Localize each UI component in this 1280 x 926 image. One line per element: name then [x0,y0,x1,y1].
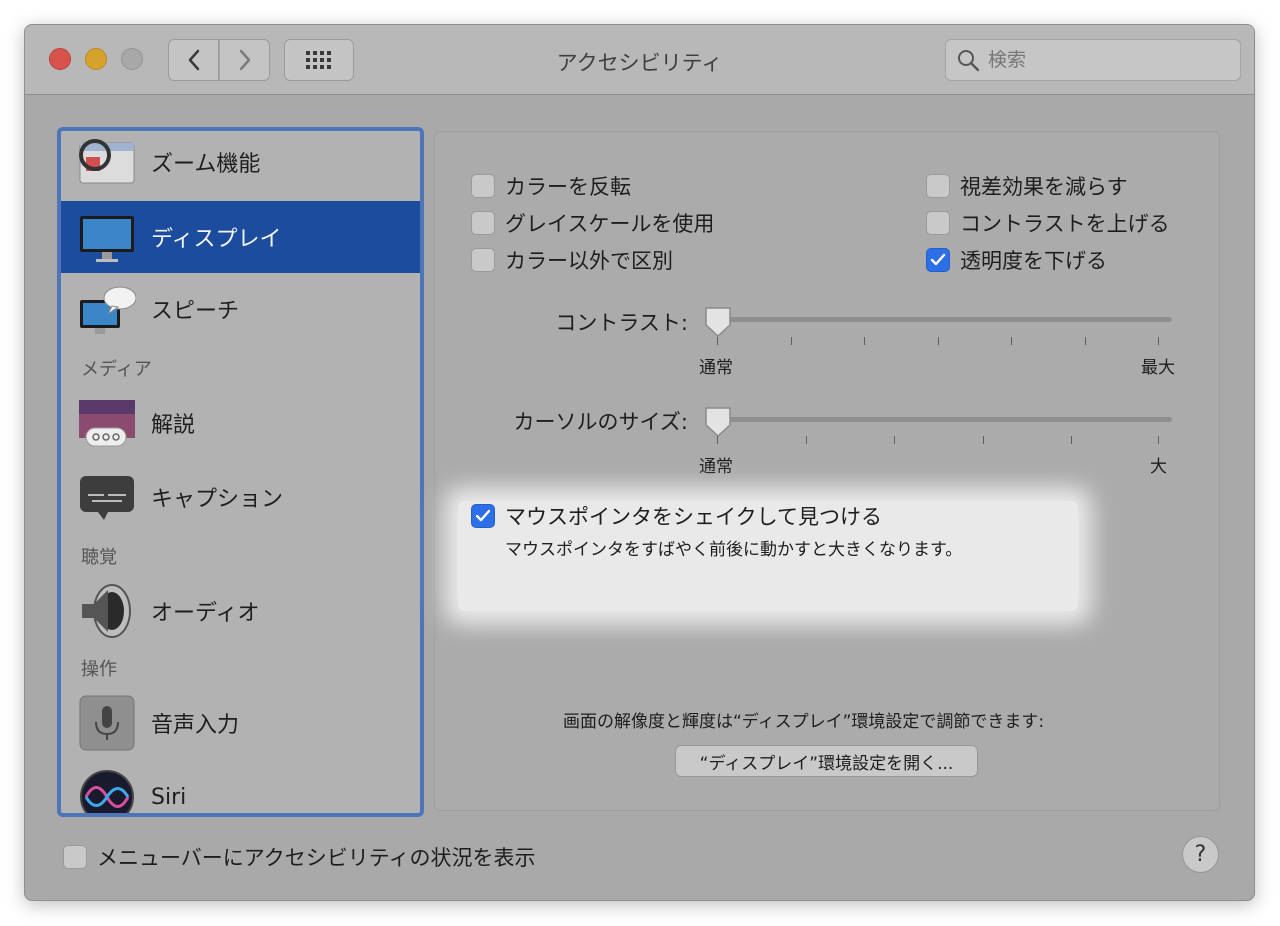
back-button[interactable] [168,39,219,81]
chevron-left-icon [188,49,199,71]
section-header-hearing: 聴覚 [81,547,117,568]
sidebar-item-voice-control[interactable]: 音声入力 [61,687,420,759]
show-all-button[interactable] [284,39,354,81]
reduce-transparency-checkbox[interactable] [926,248,950,272]
sidebar-item-siri[interactable]: Siri [61,761,420,813]
grayscale-checkbox[interactable] [471,211,495,235]
preferences-window: アクセシビリティ ズーム機能 [24,24,1255,901]
shake-to-locate-description: マウスポインタをすばやく前後に動かすと大きくなります。 [505,540,963,560]
siri-icon [80,770,134,813]
cursor-size-tick [1158,436,1159,444]
sidebar-item-label: オーディオ [151,601,260,626]
invert-colors-option[interactable]: カラーを反転 [471,171,631,201]
close-button[interactable] [49,48,71,70]
cursor-size-slider-label: カーソルのサイズ: [513,410,688,434]
differentiate-option[interactable]: カラー以外で区別 [471,245,673,275]
section-header-interaction: 操作 [81,659,117,680]
sidebar-item-display[interactable]: ディスプレイ [61,201,420,273]
contrast-slider-label: コントラスト: [555,311,688,335]
reduce-motion-label: 視差効果を減らす [960,175,1128,199]
invert-colors-label: カラーを反転 [505,175,631,199]
grid-icon [306,51,331,69]
grayscale-option[interactable]: グレイスケールを使用 [471,208,714,238]
sidebar-item-label: ディスプレイ [151,227,282,252]
contrast-tick [1158,337,1159,345]
increase-contrast-checkbox[interactable] [926,211,950,235]
sidebar-item-label: ズーム機能 [151,152,261,177]
cursor-size-slider-track[interactable] [705,417,1172,422]
contrast-max-label: 最大 [1141,358,1175,378]
contrast-tick [791,337,792,345]
differentiate-checkbox[interactable] [471,248,495,272]
menubar-status-option[interactable]: メニューバーにアクセシビリティの状況を表示 [63,842,535,872]
contrast-min-label: 通常 [699,358,733,378]
search-field[interactable] [945,39,1241,81]
sidebar-item-label: キャプション [151,487,284,512]
minimize-button[interactable] [85,48,107,70]
contrast-tick [938,337,939,345]
shake-to-locate-label: マウスポインタをシェイクして見つける [505,505,882,529]
cursor-size-tick [983,436,984,444]
menubar-status-checkbox[interactable] [63,845,87,869]
forward-button[interactable] [219,39,270,81]
sidebar-item-label: スピーチ [151,299,240,324]
reduce-motion-option[interactable]: 視差効果を減らす [926,171,1128,201]
contrast-slider-knob[interactable] [703,305,733,339]
reduce-transparency-label: 透明度を下げる [960,249,1107,273]
zoom-button[interactable] [121,48,143,70]
shake-to-locate-option[interactable]: マウスポインタをシェイクして見つける [471,501,882,531]
sidebar-item-captions[interactable]: キャプション [61,461,420,533]
open-display-prefs-button[interactable]: “ディスプレイ”環境設定を開く... [675,745,978,777]
title-bar: アクセシビリティ [25,25,1254,95]
differentiate-label: カラー以外で区別 [505,249,673,273]
contrast-tick [1011,337,1012,345]
contrast-tick [1085,337,1086,345]
speech-icon [80,286,136,334]
display-prefs-info: 画面の解像度と輝度は“ディスプレイ”環境設定で調節できます: [563,712,1045,732]
sidebar-item-label: 音声入力 [151,713,240,738]
zoom-icon [79,139,135,184]
increase-contrast-option[interactable]: コントラストを上げる [926,208,1170,238]
invert-colors-checkbox[interactable] [471,174,495,198]
cursor-size-tick [806,436,807,444]
checkmark-icon [475,509,491,522]
contrast-tick [864,337,865,345]
descriptions-icon [79,400,135,447]
shake-to-locate-checkbox[interactable] [471,504,495,528]
contrast-tick [717,337,718,345]
sidebar-item-speech[interactable]: スピーチ [61,273,420,345]
sidebar-item-descriptions[interactable]: 解説 [61,387,420,459]
cursor-size-tick [1071,436,1072,444]
display-icon [80,216,134,262]
grayscale-label: グレイスケールを使用 [505,212,715,236]
cursor-size-max-label: 大 [1150,457,1167,477]
sidebar-item-zoom[interactable]: ズーム機能 [61,131,420,197]
menubar-status-label: メニューバーにアクセシビリティの状況を表示 [97,846,536,870]
sidebar-item-label: Siri [151,784,187,810]
reduce-transparency-option[interactable]: 透明度を下げる [926,245,1107,275]
increase-contrast-label: コントラストを上げる [960,212,1170,236]
chevron-right-icon [239,49,250,71]
cursor-size-min-label: 通常 [699,457,733,477]
contrast-slider-track[interactable] [705,317,1172,322]
audio-icon [82,584,131,638]
search-icon [958,50,980,72]
voice-control-icon [79,695,135,751]
checkmark-icon [930,253,946,266]
cursor-size-tick [894,436,895,444]
sidebar-item-audio[interactable]: オーディオ [61,575,420,647]
section-header-media: メディア [81,359,152,380]
reduce-motion-checkbox[interactable] [926,174,950,198]
sidebar-item-label: 解説 [151,413,196,438]
category-sidebar[interactable]: ズーム機能 ディスプレイ スピーチ メディア 解説 キャプション 聴覚 オーディ… [57,127,424,817]
search-input[interactable] [988,49,1228,71]
cursor-size-slider-knob[interactable] [703,405,733,439]
cursor-size-tick [717,436,718,444]
help-button[interactable]: ? [1182,836,1219,873]
captions-icon [80,476,134,520]
